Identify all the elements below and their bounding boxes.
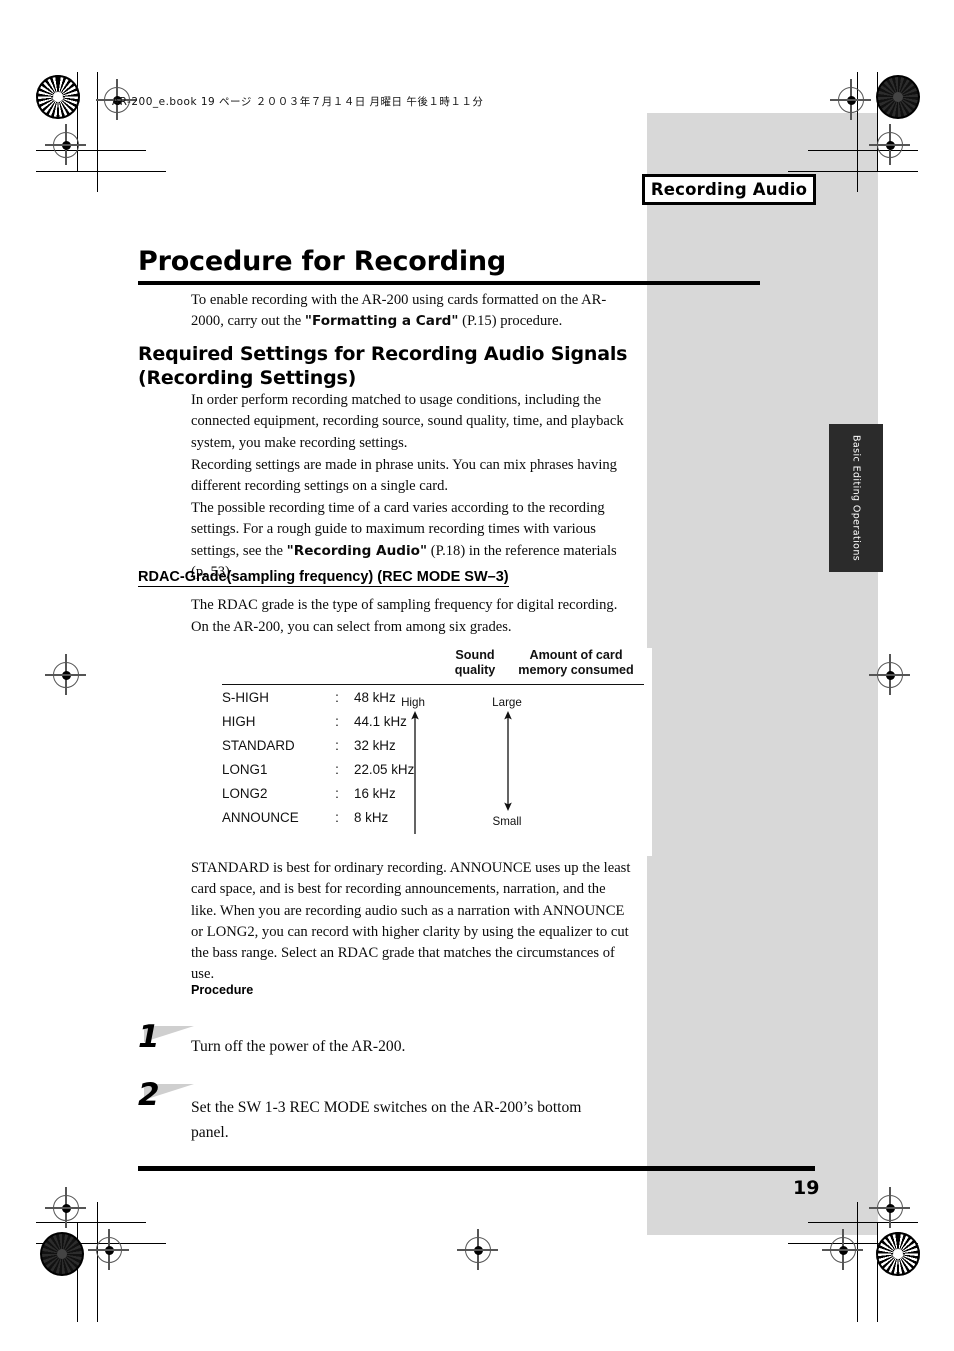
formatting-a-card-reference: "Formatting a Card" — [304, 313, 459, 330]
cell-grade: STANDARD — [222, 737, 295, 753]
file-timestamp: AR-200_e.book 19 ページ ２００３年７月１４日 月曜日 午後１時… — [112, 96, 484, 108]
header-memory-line-1: Amount of card — [529, 648, 623, 662]
registration-rosette-bl — [40, 1232, 84, 1276]
crop-mark-tr-h2 — [788, 171, 918, 173]
header-sound-quality-line-2: quality — [454, 663, 496, 677]
sound-quality-arrow — [411, 711, 419, 834]
scale-label-memory-large: Large — [492, 696, 522, 709]
procedure-label: Procedure — [191, 983, 254, 997]
crop-mark-br-h — [808, 1222, 918, 1224]
chapter-tab: Recording Audio — [642, 174, 816, 205]
table-notch-mask — [647, 648, 652, 856]
rdac-grade-table: Sound quality Amount of card memory cons… — [222, 648, 644, 829]
cell-frequency: 8 kHz — [354, 809, 389, 825]
cell-frequency: 44.1 kHz — [354, 713, 407, 729]
cell-colon: : — [335, 737, 339, 753]
header-colon — [328, 648, 346, 685]
cell-colon: : — [335, 689, 339, 705]
crop-mark-tl-h2 — [36, 171, 166, 173]
header-sound-quality-line-1: Sound — [455, 648, 495, 662]
table-row: STANDARD : 32 kHz — [222, 733, 644, 757]
paragraph-usage-conditions: In order perform recording matched to us… — [191, 392, 624, 451]
cell-colon: : — [335, 713, 339, 729]
paragraph-grade-guidance: STANDARD is best for ordinary recording.… — [191, 860, 631, 983]
registration-target-bottom-center — [457, 1229, 498, 1270]
crop-mark-bl-v2 — [97, 1202, 99, 1322]
crop-mark-br-v — [877, 1222, 879, 1322]
cell-frequency: 32 kHz — [354, 737, 396, 753]
intro-line-2-pre: carry out the — [227, 313, 305, 330]
cell-colon: : — [335, 809, 339, 825]
cell-grade: LONG1 — [222, 761, 268, 777]
registration-target-top-right — [830, 79, 871, 120]
crop-mark-tl-v2 — [97, 72, 99, 192]
paragraph-rdac-definition: The RDAC grade is the type of sampling f… — [191, 597, 618, 613]
registration-target-bottom-center-left — [88, 1229, 129, 1270]
scale-label-quality-high: High — [401, 696, 425, 709]
cell-grade: S-HIGH — [222, 689, 269, 705]
header-frequency — [346, 648, 442, 685]
table-row: HIGH : 44.1 kHz — [222, 709, 644, 733]
cell-frequency: 16 kHz — [354, 785, 396, 801]
side-index-tab: Basic Editing Operations — [829, 424, 883, 572]
header-memory-line-2: memory consumed — [518, 663, 634, 677]
step-1-text: Turn off the power of the AR-200. — [191, 1038, 406, 1055]
footer-rule — [138, 1166, 815, 1171]
registration-target-right-center — [869, 654, 910, 695]
registration-target-bottom-left — [45, 1187, 86, 1228]
memory-consumed-arrow — [504, 711, 512, 811]
section-heading-line-1: Required Settings for Recording Audio Si… — [138, 343, 628, 365]
header-memory-consumed: Amount of card memory consumed — [508, 648, 644, 685]
cell-grade: HIGH — [222, 713, 256, 729]
header-sound-quality: Sound quality — [442, 648, 508, 685]
step-number-1-digit: 1 — [138, 1019, 160, 1055]
step-number-1: 1 — [138, 1020, 196, 1060]
registration-target-left-center — [45, 654, 86, 695]
registration-rosette-tr — [876, 75, 920, 119]
page-title-rule — [138, 281, 760, 285]
cell-colon: : — [335, 785, 339, 801]
rdac-grade-table-wrap: Sound quality Amount of card memory cons… — [222, 648, 644, 829]
side-index-tab-label: Basic Editing Operations — [850, 434, 862, 562]
step-number-2: 2 — [138, 1078, 196, 1118]
subsection-heading: RDAC-Grade(sampling frequency) (REC MODE… — [138, 569, 509, 587]
paragraph-six-grades: On the AR-200, you can select from among… — [191, 619, 512, 635]
page-title: Procedure for Recording — [138, 246, 507, 277]
cell-frequency: 22.05 kHz — [354, 761, 415, 777]
step-2-text: Set the SW 1-3 REC MODE switches on the … — [191, 1099, 582, 1141]
section-heading: Required Settings for Recording Audio Si… — [138, 342, 698, 390]
intro-line-2-post: (P.15) procedure. — [458, 313, 563, 330]
paragraph-phrase-units: Recording settings are made in phrase un… — [191, 457, 617, 495]
registration-rosette-br — [876, 1232, 920, 1276]
cell-colon: : — [335, 761, 339, 777]
registration-rosette-tl — [36, 75, 80, 119]
table-header-row: Sound quality Amount of card memory cons… — [222, 648, 644, 685]
registration-target-mid-right — [869, 124, 910, 165]
crop-mark-bl-h — [36, 1222, 146, 1224]
intro-paragraph: To enable recording with the AR-200 usin… — [191, 290, 631, 333]
header-grade — [222, 648, 328, 685]
cell-grade: ANNOUNCE — [222, 809, 299, 825]
table-row: ANNOUNCE : 8 kHz — [222, 805, 644, 829]
registration-target-bottom-center-right — [822, 1229, 863, 1270]
registration-target-mid-left — [45, 124, 86, 165]
manual-page: AR-200_e.book 19 ページ ２００３年７月１４日 月曜日 午後１時… — [0, 0, 954, 1351]
page-number: 19 — [793, 1177, 820, 1199]
cell-grade: LONG2 — [222, 785, 268, 801]
scale-label-memory-small: Small — [492, 815, 522, 828]
recording-audio-reference: "Recording Audio" — [286, 542, 428, 559]
step-number-2-digit: 2 — [138, 1077, 160, 1113]
crop-mark-br-v2 — [857, 1202, 859, 1322]
registration-target-bottom-right — [869, 1187, 910, 1228]
crop-mark-tl-h — [36, 150, 146, 152]
table-row: LONG1 : 22.05 kHz — [222, 757, 644, 781]
crop-mark-bl-v — [77, 1222, 79, 1322]
table-row: LONG2 : 16 kHz — [222, 781, 644, 805]
section-heading-line-2: (Recording Settings) — [138, 367, 357, 389]
